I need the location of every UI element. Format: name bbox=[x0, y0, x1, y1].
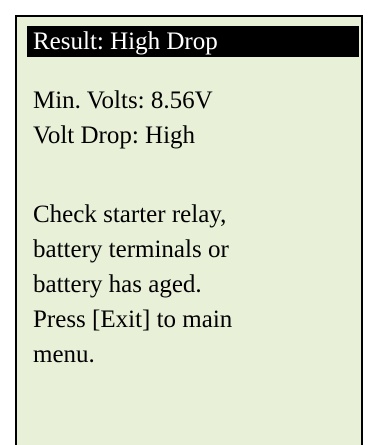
message-line-4: Press [Exit] to main bbox=[33, 306, 233, 333]
volt-drop-reading: Volt Drop: High bbox=[33, 122, 196, 149]
message-line-1: Check starter relay, bbox=[33, 201, 227, 228]
lcd-screen: Result: High Drop Min. Volts: 8.56V Volt… bbox=[15, 15, 363, 445]
message-line-2: battery terminals or bbox=[33, 236, 229, 263]
message-line-5: menu. bbox=[33, 341, 95, 368]
message-line-3: battery has aged. bbox=[33, 271, 202, 298]
min-volts-reading: Min. Volts: 8.56V bbox=[33, 87, 213, 114]
result-title-bar: Result: High Drop bbox=[27, 26, 359, 57]
